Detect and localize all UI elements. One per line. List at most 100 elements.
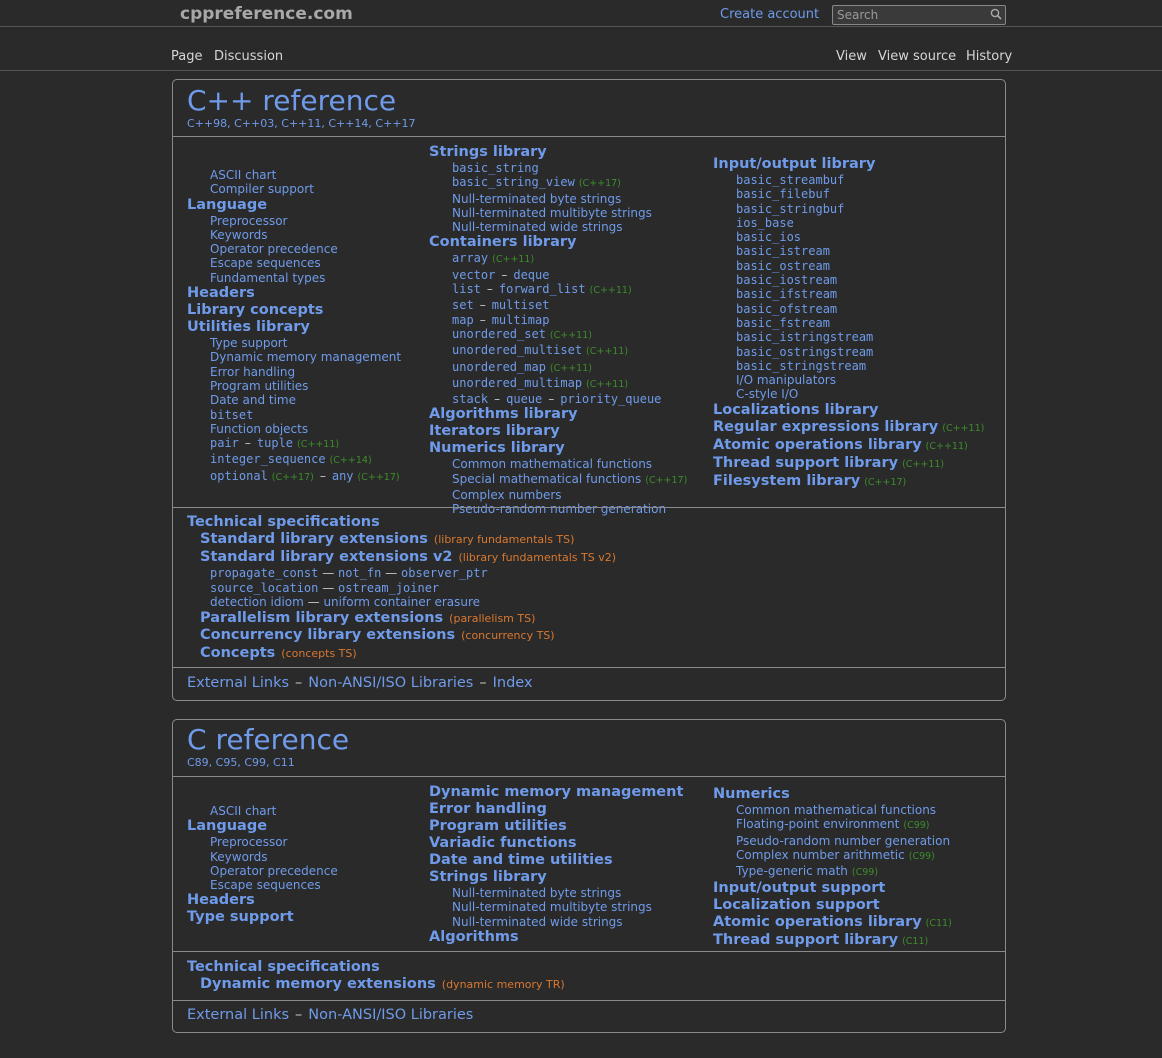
link-io-item[interactable]: basic_ostringstream <box>736 345 873 359</box>
tab-discussion[interactable]: Discussion <box>214 49 283 64</box>
link-language[interactable]: Language <box>187 197 401 214</box>
link-io-item[interactable]: basic_filebuf <box>736 187 830 201</box>
link-nt-multibyte-strings[interactable]: Null-terminated multibyte strings <box>452 900 652 914</box>
link-date-time-utilities[interactable]: Date and time utilities <box>429 852 683 869</box>
link-c-style-io[interactable]: C-style I/O <box>736 387 798 401</box>
link-type-generic-math[interactable]: Type-generic math <box>736 864 848 878</box>
link-dynamic-memory[interactable]: Dynamic memory management <box>429 784 683 801</box>
link-detection-idiom[interactable]: detection idiom <box>210 595 304 609</box>
link-io-item[interactable]: basic_istream <box>736 244 830 258</box>
link-fundamental-types[interactable]: Fundamental types <box>210 271 325 285</box>
c-versions[interactable]: C89, C95, C99, C11 <box>187 756 295 769</box>
link-vector[interactable]: vector <box>452 268 495 282</box>
link-io-item[interactable]: basic_stringstream <box>736 359 866 373</box>
link-nt-byte-strings[interactable]: Null-terminated byte strings <box>452 886 621 900</box>
link-operator-precedence[interactable]: Operator precedence <box>210 864 338 878</box>
link-algorithms[interactable]: Algorithms <box>429 929 683 946</box>
link-preprocessor[interactable]: Preprocessor <box>210 214 287 228</box>
link-unordered-multiset[interactable]: unordered_multiset <box>452 343 582 357</box>
link-program-utilities[interactable]: Program utilities <box>429 818 683 835</box>
link-any[interactable]: any <box>332 469 354 483</box>
cpp-versions[interactable]: C++98, C++03, C++11, C++14, C++17 <box>187 117 416 130</box>
link-not-fn[interactable]: not_fn <box>338 566 381 580</box>
link-escape-sequences[interactable]: Escape sequences <box>210 256 321 270</box>
link-thread-library[interactable]: Thread support library <box>713 932 898 948</box>
link-io-manipulators[interactable]: I/O manipulators <box>736 373 836 387</box>
link-io-item[interactable]: basic_streambuf <box>736 173 844 187</box>
link-multimap[interactable]: multimap <box>492 313 550 327</box>
link-basic-string-view[interactable]: basic_string_view <box>452 175 575 189</box>
link-headers[interactable]: Headers <box>187 892 338 909</box>
link-numerics-library[interactable]: Numerics library <box>429 440 687 457</box>
link-concurrency-extensions[interactable]: Concurrency library extensions <box>200 627 455 643</box>
link-external-links[interactable]: External Links <box>187 1007 289 1023</box>
link-deque[interactable]: deque <box>513 268 549 282</box>
site-logo[interactable]: cppreference.com <box>180 4 353 24</box>
link-pair[interactable]: pair <box>210 436 239 450</box>
tab-history[interactable]: History <box>966 49 1012 64</box>
link-complex-arithmetic[interactable]: Complex number arithmetic <box>736 848 905 862</box>
link-non-ansi-libraries[interactable]: Non-ANSI/ISO Libraries <box>308 675 473 691</box>
link-nt-wide-strings[interactable]: Null-terminated wide strings <box>452 915 623 929</box>
link-prng[interactable]: Pseudo-random number generation <box>736 834 950 848</box>
tab-view[interactable]: View <box>836 49 867 64</box>
link-type-support[interactable]: Type support <box>210 336 287 350</box>
link-iterators-library[interactable]: Iterators library <box>429 423 687 440</box>
link-thread-library[interactable]: Thread support library <box>713 455 898 471</box>
link-io-item[interactable]: basic_ios <box>736 230 801 244</box>
link-floating-point-env[interactable]: Floating-point environment <box>736 817 899 831</box>
link-numerics[interactable]: Numerics <box>713 786 952 803</box>
link-io-support[interactable]: Input/output support <box>713 880 952 897</box>
link-error-handling[interactable]: Error handling <box>429 801 683 818</box>
link-keywords[interactable]: Keywords <box>210 850 268 864</box>
link-headers[interactable]: Headers <box>187 285 401 302</box>
tab-view-source[interactable]: View source <box>878 49 956 64</box>
link-external-links[interactable]: External Links <box>187 675 289 691</box>
search-icon[interactable] <box>990 8 1002 20</box>
link-unordered-set[interactable]: unordered_set <box>452 327 546 341</box>
link-io-item[interactable]: basic_fstream <box>736 316 830 330</box>
link-compiler-support[interactable]: Compiler support <box>210 182 314 196</box>
link-common-math[interactable]: Common mathematical functions <box>452 457 652 471</box>
link-function-objects[interactable]: Function objects <box>210 422 308 436</box>
link-technical-specifications[interactable]: Technical specifications <box>187 514 616 531</box>
link-variadic-functions[interactable]: Variadic functions <box>429 835 683 852</box>
link-list[interactable]: list <box>452 282 481 296</box>
link-keywords[interactable]: Keywords <box>210 228 268 242</box>
link-observer-ptr[interactable]: observer_ptr <box>401 566 488 580</box>
link-io-item[interactable]: basic_ofstream <box>736 302 837 316</box>
link-nt-multibyte-strings[interactable]: Null-terminated multibyte strings <box>452 206 652 220</box>
link-map[interactable]: map <box>452 313 474 327</box>
link-preprocessor[interactable]: Preprocessor <box>210 835 287 849</box>
link-containers-library[interactable]: Containers library <box>429 234 687 251</box>
link-nt-byte-strings[interactable]: Null-terminated byte strings <box>452 192 621 206</box>
link-io-item[interactable]: basic_stringbuf <box>736 202 844 216</box>
link-localizations-library[interactable]: Localizations library <box>713 402 984 419</box>
link-nt-wide-strings[interactable]: Null-terminated wide strings <box>452 220 623 234</box>
link-io-library[interactable]: Input/output library <box>713 156 984 173</box>
link-priority-queue[interactable]: priority_queue <box>560 392 661 406</box>
search-input[interactable] <box>833 6 991 24</box>
link-algorithms-library[interactable]: Algorithms library <box>429 406 687 423</box>
link-error-handling[interactable]: Error handling <box>210 365 295 379</box>
link-multiset[interactable]: multiset <box>492 298 550 312</box>
link-ostream-joiner[interactable]: ostream_joiner <box>338 581 439 595</box>
link-forward-list[interactable]: forward_list <box>499 282 586 296</box>
link-io-item[interactable]: ios_base <box>736 216 794 230</box>
link-non-ansi-libraries[interactable]: Non-ANSI/ISO Libraries <box>308 1007 473 1023</box>
link-bitset[interactable]: bitset <box>210 408 253 422</box>
link-dynamic-memory-extensions[interactable]: Dynamic memory extensions <box>200 976 436 992</box>
link-index[interactable]: Index <box>493 675 533 691</box>
link-common-math[interactable]: Common mathematical functions <box>736 803 936 817</box>
tab-page[interactable]: Page <box>171 49 202 64</box>
link-set[interactable]: set <box>452 298 474 312</box>
link-propagate-const[interactable]: propagate_const <box>210 566 318 580</box>
link-io-item[interactable]: basic_ifstream <box>736 287 837 301</box>
link-container-erasure[interactable]: uniform container erasure <box>323 595 480 609</box>
link-type-support[interactable]: Type support <box>187 909 338 926</box>
create-account-link[interactable]: Create account <box>720 7 819 22</box>
link-unordered-map[interactable]: unordered_map <box>452 360 546 374</box>
link-strings-library[interactable]: Strings library <box>429 869 683 886</box>
link-escape-sequences[interactable]: Escape sequences <box>210 878 321 892</box>
link-dynamic-memory[interactable]: Dynamic memory management <box>210 350 401 364</box>
